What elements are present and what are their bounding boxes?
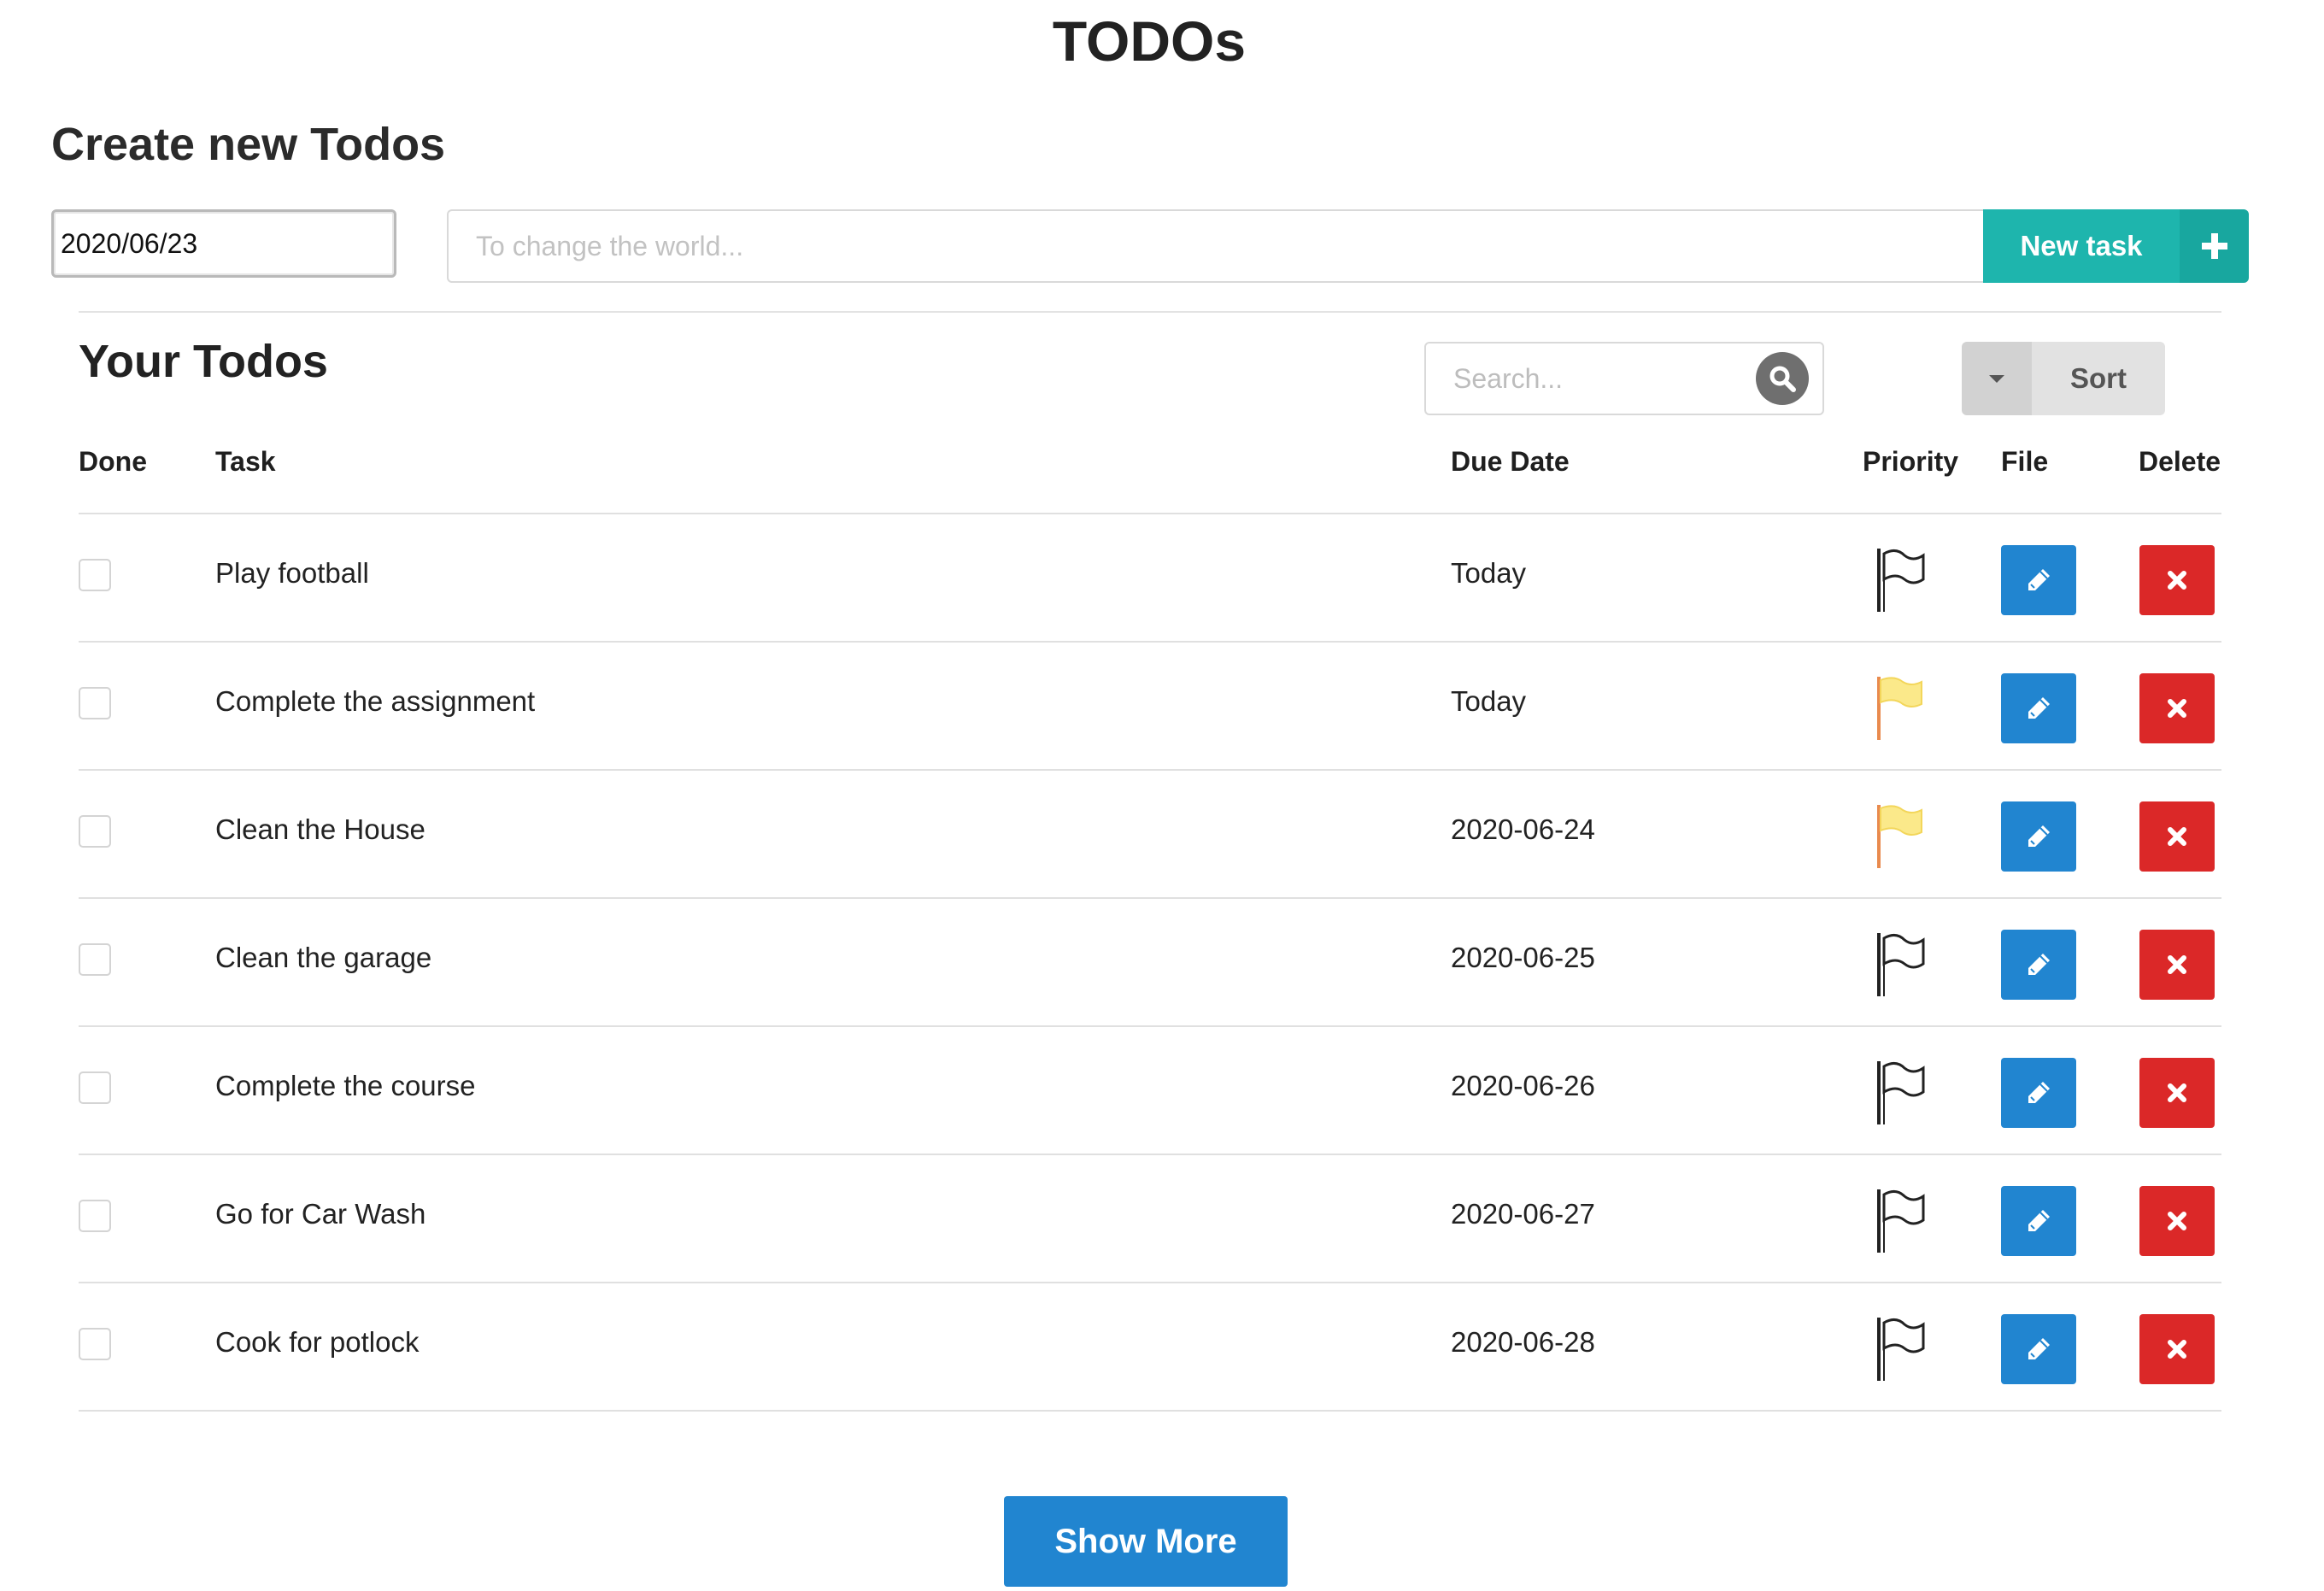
close-icon bbox=[2168, 1212, 2186, 1230]
column-header-file: File bbox=[2001, 446, 2049, 477]
pencil-icon bbox=[2028, 954, 2050, 975]
due-date-text: Today bbox=[1451, 557, 1527, 589]
edit-file-button[interactable] bbox=[2001, 673, 2076, 743]
task-text: Clean the garage bbox=[215, 942, 432, 973]
due-date-text: 2020-06-24 bbox=[1451, 813, 1595, 845]
done-checkbox[interactable] bbox=[79, 1200, 111, 1232]
done-checkbox[interactable] bbox=[79, 943, 111, 976]
new-task-input[interactable] bbox=[447, 209, 1983, 283]
search-box bbox=[1424, 342, 1824, 415]
pencil-icon bbox=[2028, 1082, 2050, 1103]
sort-dropdown-toggle[interactable] bbox=[1962, 342, 2032, 415]
due-date-text: 2020-06-28 bbox=[1451, 1326, 1595, 1358]
priority-flag-icon[interactable] bbox=[1869, 543, 1928, 614]
task-text: Play football bbox=[215, 557, 369, 589]
done-checkbox[interactable] bbox=[79, 815, 111, 848]
pencil-icon bbox=[2028, 697, 2050, 719]
sort-button[interactable]: Sort bbox=[2032, 342, 2165, 415]
search-input[interactable] bbox=[1426, 343, 1805, 414]
column-header-task: Task bbox=[215, 446, 276, 477]
column-header-priority: Priority bbox=[1863, 446, 1959, 477]
edit-file-button[interactable] bbox=[2001, 801, 2076, 872]
edit-file-button[interactable] bbox=[2001, 545, 2076, 615]
search-icon[interactable] bbox=[1756, 352, 1809, 405]
priority-flag-icon[interactable] bbox=[1869, 800, 1928, 870]
todo-row: Complete the course 2020-06-26 bbox=[79, 1027, 2221, 1155]
close-icon bbox=[2168, 827, 2186, 846]
todo-row: Go for Car Wash 2020-06-27 bbox=[79, 1155, 2221, 1283]
caret-down-icon bbox=[1989, 375, 2004, 383]
delete-button[interactable] bbox=[2139, 801, 2215, 872]
column-header-due-date: Due Date bbox=[1451, 446, 1570, 477]
todo-row: Cook for potlock 2020-06-28 bbox=[79, 1283, 2221, 1412]
pencil-icon bbox=[2028, 1210, 2050, 1231]
delete-button[interactable] bbox=[2139, 545, 2215, 615]
todo-row: Clean the garage 2020-06-25 bbox=[79, 899, 2221, 1027]
column-header-done: Done bbox=[79, 446, 147, 477]
todo-row: Complete the assignment Today bbox=[79, 643, 2221, 771]
due-date-text: Today bbox=[1451, 685, 1527, 717]
task-text: Complete the assignment bbox=[215, 685, 536, 717]
add-task-button[interactable] bbox=[2180, 209, 2249, 283]
edit-file-button[interactable] bbox=[2001, 1314, 2076, 1384]
new-task-button[interactable]: New task bbox=[1983, 209, 2180, 283]
task-text: Go for Car Wash bbox=[215, 1198, 426, 1230]
task-text: Complete the course bbox=[215, 1070, 476, 1101]
priority-flag-icon[interactable] bbox=[1869, 928, 1928, 998]
close-icon bbox=[2168, 699, 2186, 718]
delete-button[interactable] bbox=[2139, 1186, 2215, 1256]
pencil-icon bbox=[2028, 1338, 2050, 1359]
due-date-text: 2020-06-25 bbox=[1451, 942, 1595, 973]
column-header-delete: Delete bbox=[2139, 446, 2221, 477]
edit-file-button[interactable] bbox=[2001, 1058, 2076, 1128]
done-checkbox[interactable] bbox=[79, 1328, 111, 1360]
edit-file-button[interactable] bbox=[2001, 1186, 2076, 1256]
close-icon bbox=[2168, 955, 2186, 974]
close-icon bbox=[2168, 1340, 2186, 1359]
section-divider bbox=[79, 311, 2221, 313]
priority-flag-icon[interactable] bbox=[1869, 672, 1928, 742]
create-todos-heading: Create new Todos bbox=[51, 119, 446, 170]
task-text: Cook for potlock bbox=[215, 1326, 420, 1358]
task-text: Clean the House bbox=[215, 813, 425, 845]
app-title: TODOs bbox=[1052, 9, 1247, 73]
todo-row: Play football Today bbox=[79, 514, 2221, 643]
done-checkbox[interactable] bbox=[79, 559, 111, 591]
delete-button[interactable] bbox=[2139, 1314, 2215, 1384]
due-date-text: 2020-06-27 bbox=[1451, 1198, 1595, 1230]
delete-button[interactable] bbox=[2139, 930, 2215, 1000]
done-checkbox[interactable] bbox=[79, 687, 111, 719]
close-icon bbox=[2168, 571, 2186, 590]
due-date-text: 2020-06-26 bbox=[1451, 1070, 1595, 1101]
your-todos-heading: Your Todos bbox=[79, 336, 328, 387]
delete-button[interactable] bbox=[2139, 1058, 2215, 1128]
todo-row: Clean the House 2020-06-24 bbox=[79, 771, 2221, 899]
priority-flag-icon[interactable] bbox=[1869, 1184, 1928, 1254]
close-icon bbox=[2168, 1083, 2186, 1102]
due-date-input[interactable] bbox=[51, 209, 396, 278]
priority-flag-icon[interactable] bbox=[1869, 1312, 1928, 1383]
pencil-icon bbox=[2028, 825, 2050, 847]
priority-flag-icon[interactable] bbox=[1869, 1056, 1928, 1126]
pencil-icon bbox=[2028, 569, 2050, 590]
plus-icon bbox=[2201, 233, 2227, 259]
show-more-button[interactable]: Show More bbox=[1004, 1496, 1288, 1587]
done-checkbox[interactable] bbox=[79, 1071, 111, 1104]
delete-button[interactable] bbox=[2139, 673, 2215, 743]
edit-file-button[interactable] bbox=[2001, 930, 2076, 1000]
